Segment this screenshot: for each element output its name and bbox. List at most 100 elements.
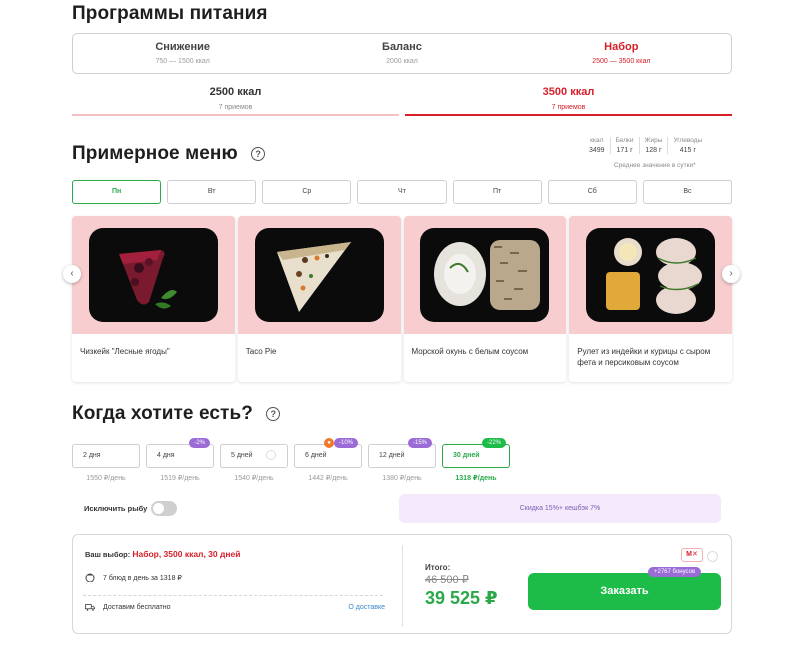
carousel-next-icon[interactable]: › [722,265,740,283]
schedule-title-text: Когда хотите есть? [72,403,253,424]
total-price: 39 525 ₽ [425,588,498,608]
dish-card[interactable]: Морской окунь с белым соусом [403,216,567,382]
order-button[interactable]: Заказать [528,573,721,610]
duration-label: 2 дня [72,444,140,468]
sea-bass-image [420,228,550,322]
turkey-roll-image [586,228,716,322]
schedule-title: Когда хотите есть? ? [72,403,281,425]
duration-options: 2 дня 1550 ₽/день 4 дня -2% 1519 ₽/день … [72,438,510,482]
nutrition-note: Среднее значение в сутки* [614,162,696,169]
nutrition-label: Белки [615,137,634,144]
dish-name: Морской окунь с белым соусом [411,347,529,356]
program-tabs: Снижение 750 — 1500 ккал Баланс 2000 кка… [72,33,732,74]
program-tab-reduce[interactable]: Снижение 750 — 1500 ккал [73,34,292,73]
help-icon[interactable]: ? [251,146,266,161]
dish-card[interactable]: Рулет из индейки и курицы с сыром фета и… [569,216,732,382]
duration-price: 1550 ₽/день [86,475,126,482]
day-tab-sun[interactable]: Вс [642,180,732,204]
day-tab-fri[interactable]: Пт [452,180,542,204]
cheesecake-image [88,228,218,322]
dish-photo [72,216,235,334]
day-tab-thu[interactable]: Чт [357,180,447,204]
program-label: Снижение [155,41,210,53]
order-summary: Ваш выбор: Набор, 3500 ккал, 30 дней 7 б… [72,534,732,634]
nutrition-value: 128 г [645,147,662,154]
mk-logo: М✕ [681,548,703,562]
duration-label: 5 дней [220,444,288,468]
delivery-line: Доставим бесплатно О доставке [85,603,385,612]
duration-price: 1318 ₽/день [455,475,497,482]
dish-photo [569,216,732,334]
duration-price: 1442 ₽/день [308,475,348,482]
taco-pie-image [254,228,384,322]
choice-value: Набор, 3500 ккал, 30 дней [132,549,241,559]
nutrition-label: Жиры [644,137,663,144]
duration-price: 1380 ₽/день [382,475,422,482]
info-circle-icon [266,450,276,460]
exclude-fish-toggle[interactable] [151,501,177,516]
discount-badge: -22% [481,438,506,448]
old-price: 46 500 ₽ [425,574,469,586]
program-tab-gain[interactable]: Набор 2500 — 3500 ккал [512,34,731,73]
program-range: 2000 ккал [386,58,418,65]
fire-icon: ● [324,438,334,448]
meals-line: 7 блюд в день за 1318 ₽ [85,573,385,582]
duration-price: 1540 ₽/день [234,475,274,482]
dish-card[interactable]: Taco Pie [237,216,401,382]
day-tab-sat[interactable]: Сб [547,180,637,204]
choice-label: Ваш выбор: [85,550,131,559]
mk-info-icon[interactable] [707,551,718,562]
kcal-label: 3500 ккал [542,86,595,98]
day-tab-tue[interactable]: Вт [167,180,257,204]
menu-title-text: Примерное меню [72,143,238,164]
kcal-meals: 7 приемов [551,104,586,111]
delivery-info-link[interactable]: О доставке [348,604,385,611]
discount-banner: Скидка 15%+ кешбэк 7% [399,494,721,523]
truck-icon [85,604,95,611]
duration-option-2[interactable]: 2 дня 1550 ₽/день [72,444,140,482]
discount-badge: -15% [407,438,432,448]
nutrition-value: 3499 [589,147,605,154]
delivery-text: Доставим бесплатно [103,604,171,611]
day-tab-mon[interactable]: Пн [72,180,162,204]
program-range: 2500 — 3500 ккал [592,58,651,65]
total-label: Итого: [425,563,451,572]
dish-carousel: Чизкейк "Лесные ягоды" Taco Pie Морской … [72,216,732,382]
dish-name: Чизкейк "Лесные ягоды" [80,347,170,356]
duration-option-4[interactable]: 4 дня -2% 1519 ₽/день [146,438,214,482]
toggle-knob [153,503,164,514]
program-range: 750 — 1500 ккал [155,58,210,65]
carousel-prev-icon[interactable]: ‹ [63,265,81,283]
divider [402,545,403,627]
exclude-fish-label: Исключить рыбу [84,504,148,513]
discount-badge: -2% [189,438,210,448]
dish-photo [237,216,401,334]
duration-option-12[interactable]: 12 дней -15% 1380 ₽/день [368,438,436,482]
kcal-tab-3500[interactable]: 3500 ккал 7 приемов [405,84,732,116]
program-label: Набор [604,41,639,53]
kcal-tab-2500[interactable]: 2500 ккал 7 приемов [72,84,399,116]
day-tabs: Пн Вт Ср Чт Пт Сб Вс [72,180,732,204]
nutrition-summary: ккал 3499 Белки 171 г Жиры 128 г Углевод… [584,137,707,154]
program-label: Баланс [382,41,422,53]
menu-title: Примерное меню ? [72,143,266,165]
discount-badge: -10% [333,438,358,448]
program-tab-balance[interactable]: Баланс 2000 ккал [292,34,511,73]
dish-name: Рулет из индейки и курицы с сыром фета и… [577,347,711,367]
duration-option-6[interactable]: 6 дней ● -10% 1442 ₽/день [294,438,362,482]
nutrition-fat: Жиры 128 г [638,137,668,154]
duration-option-5[interactable]: 5 дней 1540 ₽/день [220,444,288,482]
day-tab-wed[interactable]: Ср [262,180,352,204]
nutrition-protein: Белки 171 г [609,137,639,154]
meals-text: 7 блюд в день за 1318 ₽ [103,574,182,582]
programs-title: Программы питания [72,3,268,24]
nutrition-label: ккал [590,137,604,144]
dish-card[interactable]: Чизкейк "Лесные ягоды" [72,216,235,382]
help-icon[interactable]: ? [266,406,281,421]
kcal-label: 2500 ккал [209,86,262,98]
nutrition-value: 415 г [679,147,696,154]
dish-name: Taco Pie [245,347,277,356]
choice-summary: Ваш выбор: Набор, 3500 ккал, 30 дней [85,549,240,559]
duration-option-30[interactable]: 30 дней -22% 1318 ₽/день [442,438,510,482]
bonus-badge: +2767 бонусов [648,567,702,577]
